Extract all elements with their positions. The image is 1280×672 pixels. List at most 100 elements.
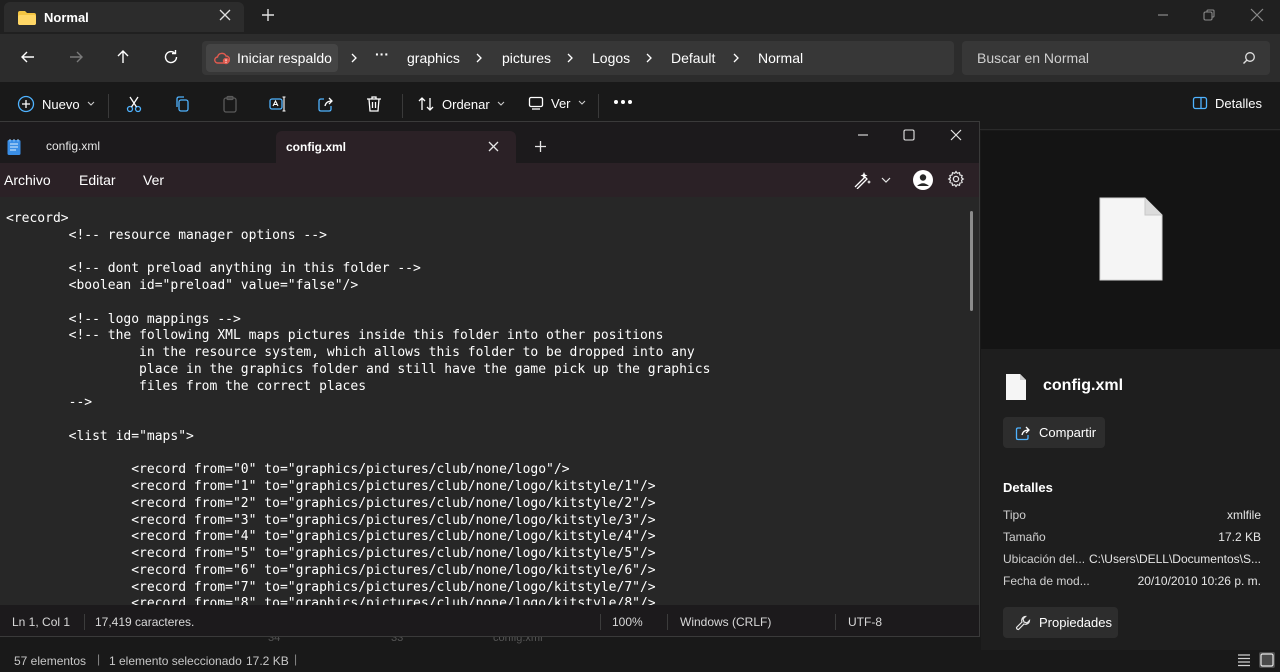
- divider: [835, 614, 836, 630]
- preview-area: [981, 131, 1280, 349]
- details-pane-icon: [1192, 95, 1208, 111]
- add-circle-icon: [17, 95, 35, 113]
- crumb-default[interactable]: Default: [671, 50, 715, 66]
- maximize-icon[interactable]: [903, 129, 915, 141]
- detail-key: Tamaño: [1003, 530, 1046, 544]
- close-window-icon[interactable]: [1250, 8, 1264, 22]
- scissors-icon: [125, 95, 143, 113]
- divider: [84, 614, 85, 630]
- breadcrumb[interactable]: Iniciar respaldo ··· graphics pictures L…: [202, 41, 954, 75]
- chevron-right-icon[interactable]: [349, 52, 359, 64]
- chevron-right-icon[interactable]: [474, 52, 484, 64]
- forward-icon[interactable]: [68, 49, 84, 65]
- text-editor[interactable]: <record> <!-- resource manager options -…: [0, 197, 979, 605]
- up-icon[interactable]: [115, 49, 131, 65]
- notepad-window: config.xml config.xml Archivo Editar Ver: [0, 121, 980, 637]
- notepad-tab-title: config.xml: [286, 140, 347, 154]
- address-bar: Iniciar respaldo ··· graphics pictures L…: [0, 34, 1280, 82]
- chevron-right-icon[interactable]: [565, 52, 575, 64]
- view-button[interactable]: Ver: [528, 95, 586, 111]
- minimize-icon[interactable]: [857, 129, 869, 141]
- tiles-view-icon[interactable]: [1258, 651, 1276, 669]
- clipboard-icon: [221, 95, 239, 113]
- chevron-down-icon: [497, 101, 505, 107]
- refresh-icon[interactable]: [163, 49, 179, 65]
- notepad-menubar: Archivo Editar Ver: [0, 163, 979, 197]
- rename-icon: [269, 95, 287, 113]
- restore-icon[interactable]: [1202, 8, 1216, 22]
- encoding[interactable]: UTF-8: [848, 615, 882, 629]
- details-toggle-label: Detalles: [1215, 95, 1262, 111]
- notepad-tab-inactive[interactable]: config.xml: [46, 139, 100, 153]
- back-icon[interactable]: [20, 49, 36, 65]
- more-options-button[interactable]: [613, 99, 633, 105]
- delete-button[interactable]: [365, 95, 383, 113]
- notepad-app-icon: [7, 139, 21, 155]
- details-view-icon[interactable]: [1236, 652, 1252, 668]
- close-tab-icon[interactable]: [488, 141, 499, 152]
- search-input[interactable]: [962, 41, 1232, 75]
- new-button[interactable]: Nuevo: [17, 95, 95, 113]
- view-icon: [528, 95, 544, 111]
- copy-button[interactable]: [173, 95, 191, 113]
- divider: [600, 614, 601, 630]
- chevron-right-icon[interactable]: [731, 52, 741, 64]
- new-tab-icon[interactable]: [534, 140, 547, 153]
- share-button[interactable]: [317, 95, 335, 113]
- properties-button[interactable]: Propiedades: [1003, 607, 1118, 638]
- selected-file-name: config.xml: [1043, 377, 1124, 394]
- zoom-level[interactable]: 100%: [612, 615, 643, 629]
- close-tab-icon[interactable]: [219, 9, 231, 21]
- line-ending[interactable]: Windows (CRLF): [680, 615, 771, 629]
- rename-button[interactable]: [269, 95, 287, 113]
- crumb-pictures[interactable]: pictures: [502, 50, 551, 66]
- selection-size: 17.2 KB: [246, 654, 289, 668]
- share-file-label: Compartir: [1039, 425, 1097, 440]
- vertical-scrollbar[interactable]: [970, 211, 973, 311]
- sort-button[interactable]: Ordenar: [417, 95, 505, 113]
- paste-button[interactable]: [221, 95, 239, 113]
- chevron-down-icon: [578, 100, 586, 106]
- minimize-icon[interactable]: [1156, 8, 1170, 22]
- notepad-tab-active[interactable]: config.xml: [276, 131, 516, 163]
- chevron-down-icon: [87, 101, 95, 107]
- cut-button[interactable]: [125, 95, 143, 113]
- new-tab-icon[interactable]: [261, 8, 275, 22]
- crumb-graphics[interactable]: graphics: [407, 50, 460, 66]
- share-file-button[interactable]: Compartir: [1003, 417, 1105, 448]
- status-divider: |: [294, 652, 298, 666]
- item-count: 57 elementos: [14, 654, 87, 668]
- search-box: [962, 41, 1270, 75]
- detail-row-location: Ubicación del... C:\Users\DELL\Documento…: [1003, 552, 1261, 572]
- chevron-down-icon[interactable]: [881, 177, 891, 184]
- properties-label: Propiedades: [1039, 615, 1112, 630]
- account-icon[interactable]: [912, 169, 934, 191]
- detail-value: 17.2 KB: [1218, 530, 1261, 544]
- sort-label: Ordenar: [442, 96, 490, 112]
- notepad-tabbar: config.xml config.xml: [0, 122, 979, 163]
- start-backup-button[interactable]: Iniciar respaldo: [206, 44, 338, 72]
- notepad-status-bar: Ln 1, Col 1 17,419 caracteres. 100% Wind…: [0, 605, 979, 636]
- close-window-icon[interactable]: [950, 129, 962, 141]
- trash-icon: [365, 95, 383, 113]
- more-crumbs-icon[interactable]: ···: [375, 46, 389, 62]
- chevron-right-icon[interactable]: [644, 52, 654, 64]
- details-pane: config.xml Compartir Detalles Tipo xmlfi…: [981, 131, 1280, 650]
- details-toggle-button[interactable]: Detalles: [1192, 95, 1262, 111]
- crumb-logos[interactable]: Logos: [592, 50, 630, 66]
- copy-icon: [173, 95, 191, 113]
- ai-rewrite-icon[interactable]: [853, 171, 873, 189]
- cursor-position: Ln 1, Col 1: [12, 615, 71, 629]
- menu-archivo[interactable]: Archivo: [4, 172, 51, 188]
- selection-count: 1 elemento seleccionado: [109, 654, 242, 668]
- status-divider: |: [97, 652, 101, 666]
- explorer-tab[interactable]: Normal: [4, 2, 244, 32]
- search-icon[interactable]: [1242, 51, 1256, 65]
- explorer-status-bar: 57 elementos | 1 elemento seleccionado 1…: [0, 650, 1280, 672]
- start-backup-label: Iniciar respaldo: [237, 50, 332, 66]
- menu-ver[interactable]: Ver: [143, 172, 164, 188]
- menu-editar[interactable]: Editar: [79, 172, 116, 188]
- settings-gear-icon[interactable]: [947, 170, 965, 188]
- more-icon: [613, 99, 633, 105]
- crumb-normal[interactable]: Normal: [758, 50, 803, 66]
